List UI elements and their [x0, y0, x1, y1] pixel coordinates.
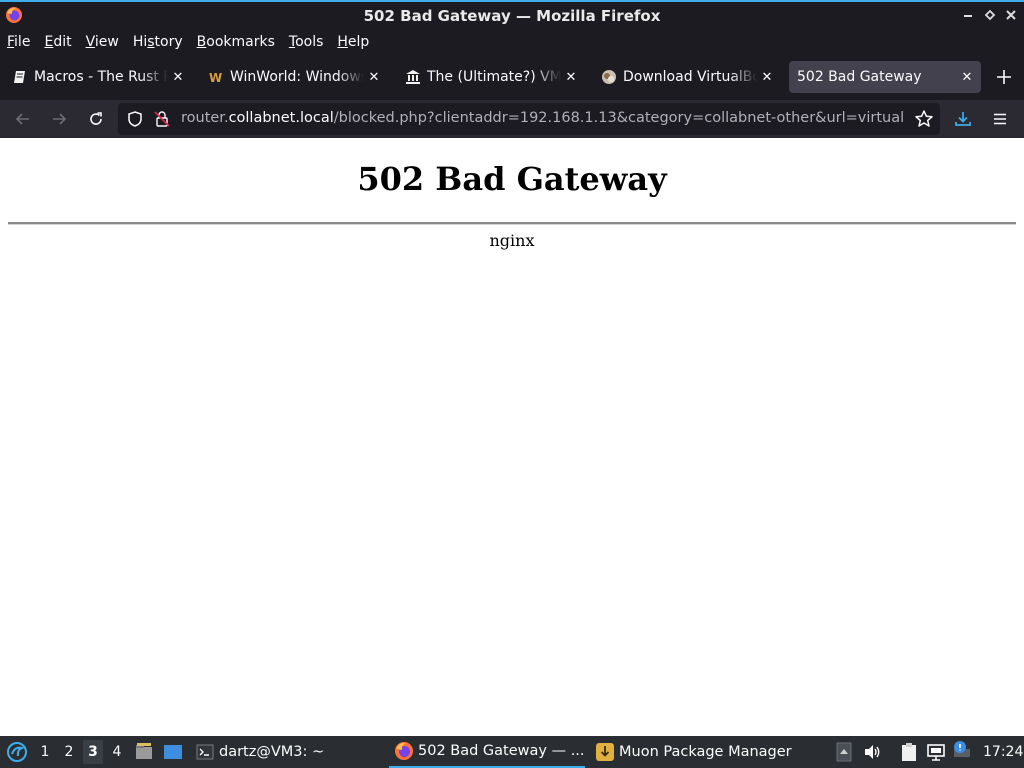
terminal-icon [195, 742, 215, 762]
menu-mnemonic: s [147, 34, 155, 50]
taskbar: 1 2 3 4 dartz@VM3: ~ 502 Bad Gateway — .… [0, 736, 1024, 768]
reload-button[interactable] [83, 106, 109, 132]
menu-mnemonic: F [7, 34, 15, 50]
window-title: 502 Bad Gateway — Mozilla Firefox [363, 7, 661, 25]
minimize-icon[interactable] [959, 6, 977, 24]
forward-button[interactable] [46, 106, 72, 132]
task-firefox[interactable]: 502 Bad Gateway — ... [389, 736, 585, 768]
tab-rust-macros[interactable]: Macros - The Rust Programming Language ✕ [2, 61, 192, 93]
book-icon [12, 69, 28, 85]
close-window-icon[interactable] [1002, 6, 1020, 24]
tab-title: 502 Bad Gateway [797, 69, 922, 85]
tab-title: Download VirtualBox [623, 69, 757, 85]
menu-bookmarks[interactable]: Bookmarks [197, 34, 275, 50]
tab-502-bad-gateway[interactable]: 502 Bad Gateway ✕ [789, 61, 981, 93]
museum-icon [405, 69, 421, 85]
package-manager-icon [595, 742, 615, 762]
window-titlebar[interactable]: 502 Bad Gateway — Mozilla Firefox [0, 0, 1024, 30]
menu-history[interactable]: History [133, 34, 183, 50]
svg-text:W: W [209, 71, 222, 85]
show-desktop-icon[interactable] [163, 742, 183, 762]
clock[interactable]: 17:24 [983, 744, 1023, 760]
downloads-icon[interactable] [950, 106, 976, 132]
close-tab-icon[interactable]: ✕ [757, 70, 777, 85]
menu-mnemonic: T [288, 34, 296, 50]
task-label: Muon Package Manager [619, 744, 792, 760]
server-signature: nginx [489, 231, 535, 250]
file-manager-icon[interactable] [134, 742, 154, 762]
winworld-icon: W [208, 69, 224, 85]
menu-bar: File Edit View History Bookmarks Tools H… [0, 30, 1024, 54]
tab-virtualbox-download[interactable]: Download VirtualBox ✕ [591, 61, 781, 93]
tracking-protection-shield-icon[interactable] [126, 110, 144, 128]
menu-view[interactable]: View [86, 34, 119, 50]
firefox-icon [394, 741, 414, 761]
menu-mnemonic: B [196, 34, 207, 50]
app-menu-hamburger-icon[interactable] [987, 106, 1013, 132]
close-tab-icon[interactable]: ✕ [561, 70, 581, 85]
desktop-2[interactable]: 2 [59, 740, 79, 764]
tab-strip: Macros - The Rust Programming Language ✕… [0, 54, 1024, 100]
insecure-lock-icon[interactable] [154, 110, 170, 128]
url-path: /blocked.php?clientaddr=192.168.1.13&cat… [333, 110, 903, 126]
menu-edit[interactable]: Edit [44, 34, 71, 50]
virtualbox-icon [601, 69, 617, 85]
url-prefix: router. [181, 110, 229, 126]
tab-ultimate-vmware[interactable]: The (Ultimate?) VMware ✕ [395, 61, 585, 93]
notifications-icon[interactable] [952, 740, 972, 760]
menu-mnemonic: E [44, 34, 54, 50]
volume-icon[interactable] [862, 742, 882, 762]
new-tab-button[interactable] [992, 65, 1016, 89]
task-terminal[interactable]: dartz@VM3: ~ [195, 736, 324, 768]
menu-file[interactable]: File [7, 34, 30, 50]
tab-winworld[interactable]: W WinWorld: Windows 2000 ✕ [198, 61, 388, 93]
tray-expand-icon[interactable] [834, 742, 854, 762]
task-muon[interactable]: Muon Package Manager [595, 736, 792, 768]
url-bar[interactable]: router.collabnet.local/blocked.php?clien… [118, 103, 940, 135]
menu-mnemonic: V [85, 34, 95, 50]
url-host: collabnet.local [228, 110, 334, 126]
task-label: dartz@VM3: ~ [219, 744, 325, 760]
desktop-4[interactable]: 4 [107, 740, 127, 764]
page-content: 502 Bad Gateway nginx [0, 138, 1024, 736]
tab-title: WinWorld: Windows 2000 [230, 69, 364, 85]
bookmark-star-icon[interactable] [914, 109, 934, 129]
desktop-1[interactable]: 1 [35, 740, 55, 764]
page-heading: 502 Bad Gateway [357, 160, 667, 198]
close-tab-icon[interactable]: ✕ [364, 70, 384, 85]
url-text[interactable]: router.collabnet.local/blocked.php?clien… [181, 110, 903, 126]
close-tab-icon[interactable]: ✕ [168, 70, 188, 85]
clipboard-icon[interactable] [899, 742, 919, 762]
network-icon[interactable] [926, 742, 946, 762]
close-tab-icon[interactable]: ✕ [957, 70, 977, 85]
back-button[interactable] [10, 106, 36, 132]
tab-title: The (Ultimate?) VMware [427, 69, 561, 85]
firefox-icon [5, 6, 23, 24]
menu-mnemonic: H [337, 34, 348, 50]
desktop-3[interactable]: 3 [83, 740, 103, 764]
tab-title: Macros - The Rust Programming Language [34, 69, 168, 85]
horizontal-rule [8, 222, 1016, 225]
menu-tools[interactable]: Tools [289, 34, 324, 50]
navigation-toolbar: router.collabnet.local/blocked.php?clien… [0, 100, 1024, 138]
menu-help[interactable]: Help [337, 34, 369, 50]
task-label: 502 Bad Gateway — ... [418, 743, 585, 759]
application-launcher-icon[interactable] [6, 741, 28, 763]
maximize-icon[interactable] [981, 6, 999, 24]
